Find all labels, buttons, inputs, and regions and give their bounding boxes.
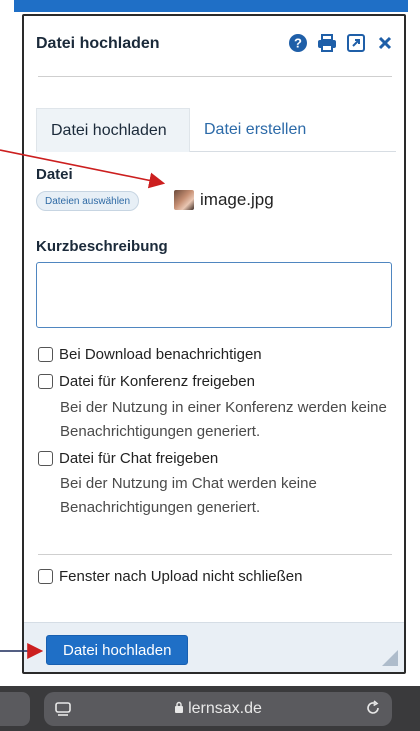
option-note: Bei der Nutzung in einer Konferenz werde… [60, 399, 387, 440]
background-header-strip [14, 0, 408, 12]
previous-tab-edge[interactable] [0, 692, 30, 726]
tab-datei-erstellen[interactable]: Datei erstellen [196, 108, 306, 152]
option-label: Datei für Chat freigeben [59, 450, 219, 467]
choose-files-button[interactable]: Dateien auswählen [36, 191, 140, 211]
checkbox[interactable] [38, 569, 53, 584]
file-label: Datei [36, 166, 73, 183]
lock-icon [174, 700, 184, 718]
option-chat-share[interactable]: Datei für Chat freigeben [38, 450, 218, 467]
option-note: Bei der Nutzung im Chat werden keine Ben… [60, 475, 317, 516]
divider [38, 76, 392, 77]
file-thumbnail [174, 190, 194, 210]
dialog-title: Datei hochladen [36, 35, 160, 52]
description-textarea[interactable] [36, 262, 392, 328]
titlebar-icons: ? [287, 32, 396, 54]
option-label: Bei Download benachrichtigen [59, 346, 262, 363]
option-label: Fenster nach Upload nicht schließen [59, 568, 303, 585]
upload-button[interactable]: Datei hochladen [46, 635, 189, 665]
print-icon[interactable] [316, 32, 338, 54]
upload-dialog: Datei hochladen ? Datei hochladen Datei … [22, 14, 406, 674]
help-icon[interactable]: ? [287, 32, 309, 54]
browser-address-bar: lernsax.de [0, 686, 420, 731]
checkbox[interactable] [38, 347, 53, 362]
tabs-icon[interactable] [54, 700, 72, 723]
option-download-notify[interactable]: Bei Download benachrichtigen [38, 346, 262, 363]
tab-bar: Datei hochladen Datei erstellen [36, 108, 396, 152]
checkbox[interactable] [38, 374, 53, 389]
open-external-icon[interactable] [345, 32, 367, 54]
divider [38, 554, 392, 555]
description-label: Kurzbeschreibung [36, 238, 168, 255]
option-conference-share[interactable]: Datei für Konferenz freigeben [38, 373, 255, 390]
dialog-footer: Datei hochladen [24, 622, 404, 672]
svg-text:?: ? [294, 36, 302, 51]
dialog-titlebar: Datei hochladen ? [24, 16, 404, 72]
url-field[interactable]: lernsax.de [44, 692, 392, 726]
url-text: lernsax.de [188, 700, 262, 717]
option-keep-window-open[interactable]: Fenster nach Upload nicht schließen [38, 568, 302, 585]
close-icon[interactable] [374, 32, 396, 54]
checkbox[interactable] [38, 451, 53, 466]
tab-datei-hochladen[interactable]: Datei hochladen [36, 108, 190, 152]
option-label: Datei für Konferenz freigeben [59, 373, 255, 390]
file-name: image.jpg [200, 190, 274, 209]
reload-icon[interactable] [364, 699, 382, 722]
resize-handle-icon[interactable] [382, 650, 398, 666]
